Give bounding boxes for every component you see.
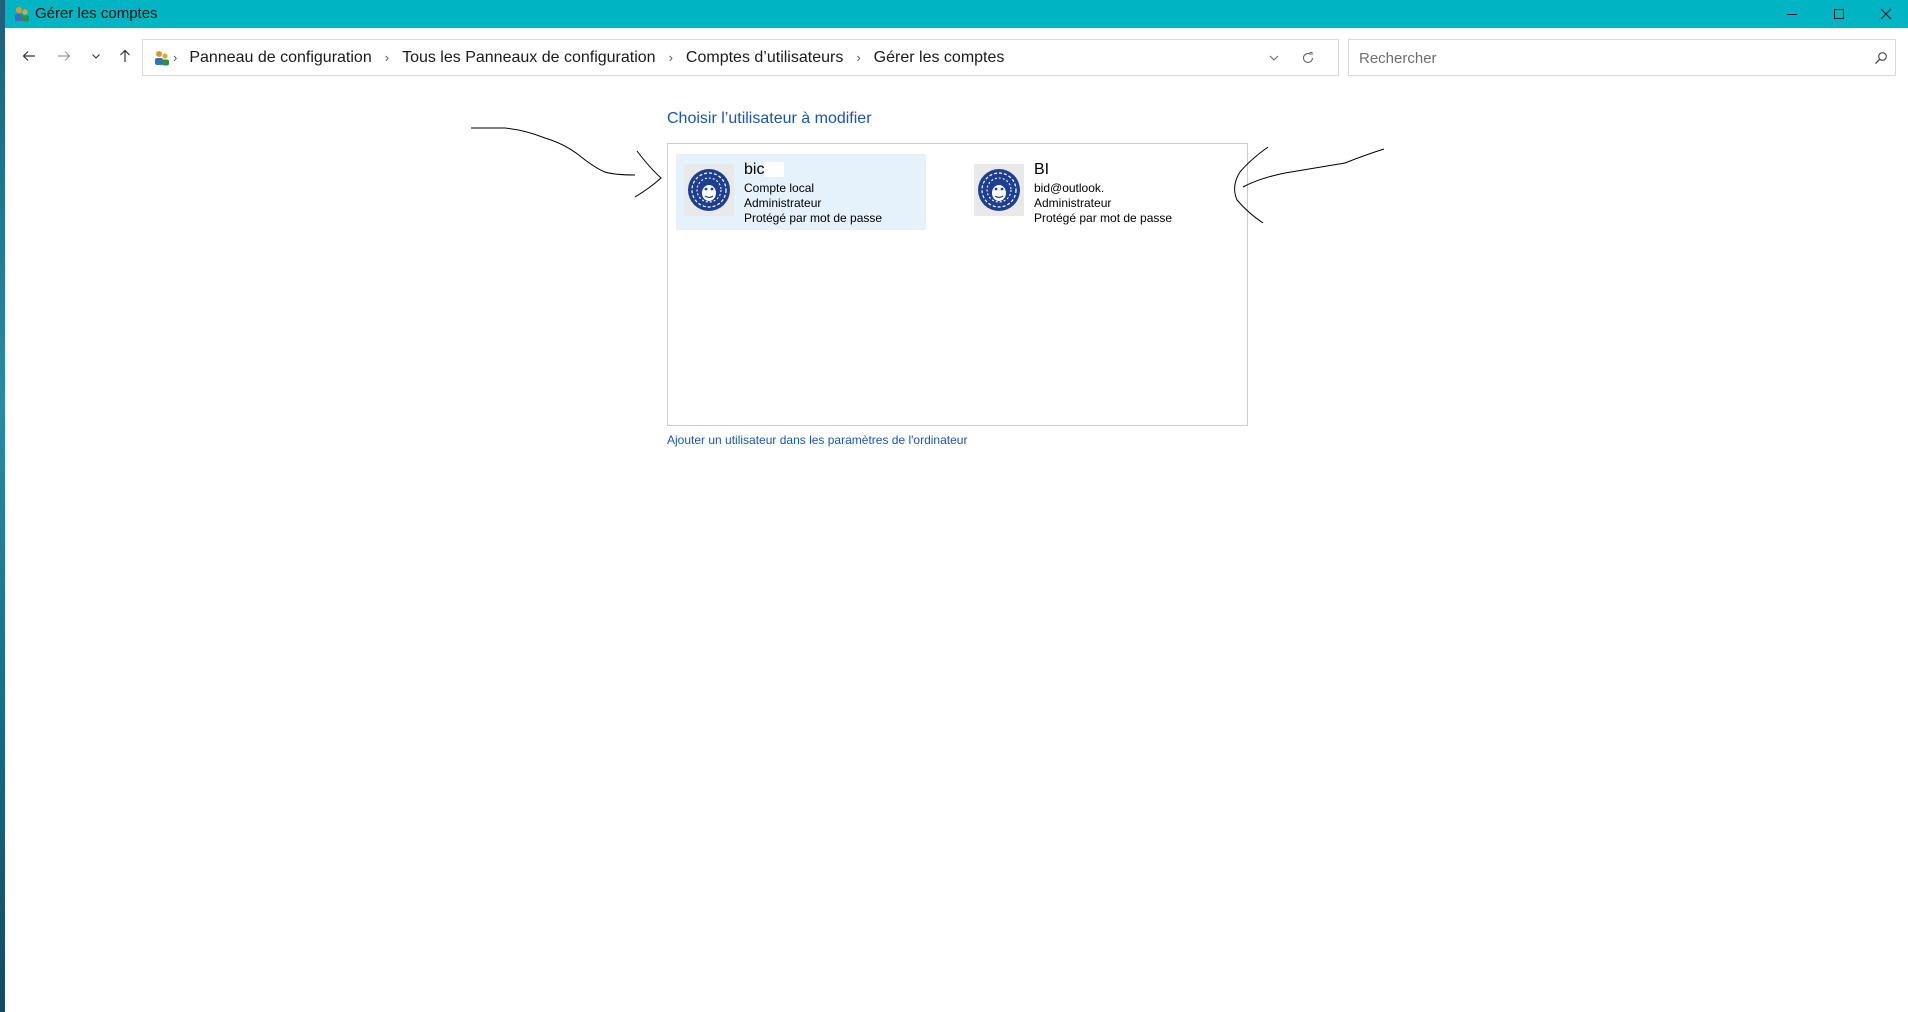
user-info: bic Compte local Administrateur Protégé … [744, 161, 882, 226]
user-name: bic [744, 161, 882, 181]
user-tile-local[interactable]: bic Compte local Administrateur Protégé … [676, 154, 926, 230]
control-panel-window: Gérer les comptes › Panneau de configura… [5, 0, 1908, 1012]
chevron-right-icon[interactable]: › [173, 50, 177, 65]
search-input[interactable] [1359, 48, 1839, 68]
back-button[interactable] [17, 46, 41, 70]
account-role: Administrateur [744, 196, 822, 210]
user-tile-microsoft[interactable]: BI bid@outlook. Administrateur Protégé p… [966, 154, 1216, 230]
maximize-button[interactable] [1816, 0, 1862, 28]
close-icon [1880, 8, 1892, 20]
close-button[interactable] [1863, 0, 1908, 28]
page-heading: Choisir l’utilisateur à modifier [667, 110, 872, 127]
breadcrumb: › Panneau de configuration › Tous les Pa… [173, 40, 1004, 75]
user-list-panel: bic Compte local Administrateur Protégé … [667, 143, 1248, 426]
minimize-icon [1786, 8, 1798, 20]
breadcrumb-item[interactable]: Tous les Panneaux de configuration [402, 49, 656, 67]
chevron-right-icon[interactable]: › [856, 50, 860, 65]
account-role: Administrateur [1034, 196, 1112, 210]
user-accounts-icon [13, 5, 31, 23]
avatar [684, 164, 734, 216]
user-info: BI bid@outlook. Administrateur Protégé p… [1034, 161, 1172, 226]
arrow-up-icon [117, 48, 133, 69]
chevron-right-icon[interactable]: › [669, 50, 673, 65]
title-bar[interactable]: Gérer les comptes [5, 0, 1908, 28]
address-bar[interactable]: › Panneau de configuration › Tous les Pa… [142, 39, 1339, 76]
password-status: Protégé par mot de passe [1034, 211, 1173, 225]
add-user-link[interactable]: Ajouter un utilisateur dans les paramètr… [667, 433, 967, 447]
account-email: bid@outlook. [1034, 181, 1105, 195]
password-status: Protégé par mot de passe [744, 211, 883, 225]
breadcrumb-item[interactable]: Comptes d’utilisateurs [686, 49, 843, 67]
arrow-right-icon [56, 48, 72, 69]
window-title: Gérer les comptes [35, 5, 158, 22]
recent-locations-button[interactable] [84, 46, 108, 70]
minimize-button[interactable] [1769, 0, 1815, 28]
breadcrumb-item[interactable]: Gérer les comptes [874, 49, 1005, 67]
chevron-down-icon [90, 49, 102, 67]
up-button[interactable] [113, 46, 137, 70]
user-accounts-icon [153, 49, 171, 67]
avatar [974, 164, 1024, 216]
forward-button[interactable] [52, 46, 76, 70]
user-name: BI [1034, 161, 1172, 181]
left-annotation-arrow [471, 127, 636, 176]
arrow-left-icon [21, 48, 37, 69]
maximize-icon [1833, 8, 1845, 20]
chevron-right-icon[interactable]: › [385, 50, 389, 65]
left-arrowhead [634, 150, 662, 198]
right-annotation-arrow [1242, 148, 1385, 188]
address-history-chevron-icon[interactable] [1267, 51, 1281, 65]
breadcrumb-item[interactable]: Panneau de configuration [189, 49, 371, 67]
search-box[interactable] [1348, 39, 1896, 76]
refresh-icon[interactable] [1300, 50, 1316, 66]
account-type: Compte local [744, 181, 815, 195]
search-icon[interactable] [1874, 51, 1888, 65]
